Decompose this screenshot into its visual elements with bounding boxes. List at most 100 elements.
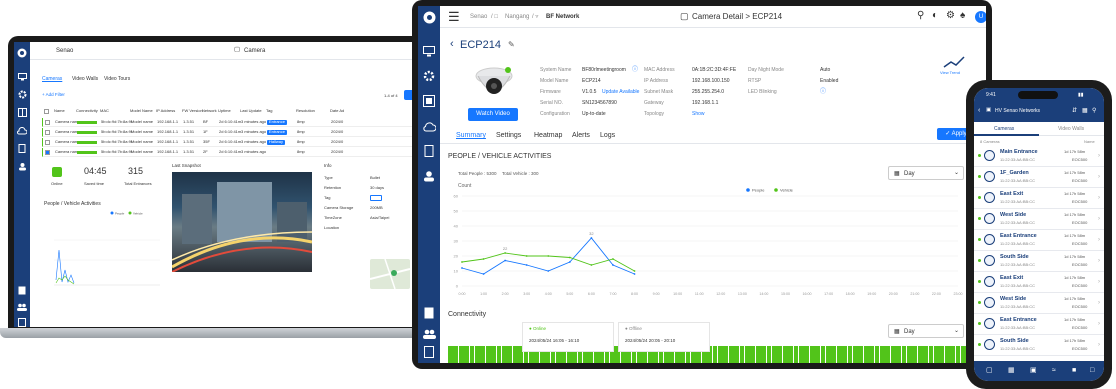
connectivity-segment[interactable] <box>934 346 939 363</box>
list-item[interactable]: South Side 11:22:33:AA:BB:CC 1d 17h 58m EOC… <box>974 251 1104 272</box>
row-checkbox[interactable] <box>45 140 50 145</box>
connectivity-segment[interactable] <box>880 346 885 363</box>
connectivity-segment[interactable] <box>858 346 864 363</box>
data-point[interactable] <box>590 264 593 266</box>
connectivity-segment[interactable] <box>512 346 518 363</box>
detail-value[interactable]: Show <box>692 112 705 117</box>
connectivity-segment[interactable] <box>761 346 766 363</box>
period-select[interactable]: ▦ Day ⌄ <box>888 166 964 180</box>
view-trend-button[interactable]: View Trend <box>940 54 970 78</box>
connectivity-segment[interactable] <box>869 346 874 363</box>
grid-icon[interactable] <box>418 94 440 108</box>
document-icon[interactable]: □ <box>1090 367 1094 374</box>
list-item[interactable]: East Entrance 11:22:33:AA:BB:CC 1d 17h 58m… <box>974 230 1104 251</box>
data-point[interactable] <box>504 252 507 254</box>
data-point[interactable] <box>504 259 507 262</box>
connectivity-segment[interactable] <box>464 346 469 363</box>
monitor-icon[interactable] <box>418 44 440 58</box>
data-point[interactable] <box>547 270 550 272</box>
connectivity-segment[interactable] <box>723 346 729 363</box>
data-point[interactable] <box>568 261 571 263</box>
tab-video-tours[interactable]: Video Tours <box>104 77 130 82</box>
connectivity-segment[interactable] <box>842 346 847 363</box>
info-icon[interactable]: ⓘ <box>632 67 638 73</box>
tab-logs[interactable]: Logs <box>600 132 615 139</box>
connectivity-segment[interactable] <box>750 346 756 363</box>
connectivity-segment[interactable] <box>826 346 831 363</box>
breadcrumb-network[interactable]: BF Network <box>546 14 579 20</box>
tab-cameras[interactable]: Cameras <box>994 127 1014 132</box>
column-header[interactable]: Last Update <box>240 109 262 113</box>
connectivity-segment[interactable] <box>491 346 496 363</box>
connectivity-segment[interactable] <box>766 346 772 363</box>
table-row[interactable]: Camera name 5b:dc:9d:7b:8a:9f Model name 19… <box>42 128 464 137</box>
cloud-icon[interactable] <box>14 122 30 136</box>
tab-heatmap[interactable]: Heatmap <box>534 132 562 139</box>
table-row[interactable]: Camera name 5b:dc:9d:7b:8a:9f Model name 19… <box>42 118 464 127</box>
avatar[interactable]: U <box>975 11 986 23</box>
sort-label[interactable]: Name <box>1084 140 1095 144</box>
connectivity-segment[interactable] <box>944 346 950 363</box>
list-item[interactable]: West Side 11:22:33:AA:BB:CC 1d 17h 58m EOC5… <box>974 293 1104 314</box>
list-item[interactable]: East Exit 11:22:33:AA:BB:CC 1d 17h 58m EOC5… <box>974 272 1104 293</box>
table-row[interactable]: Camera name 5b:dc:9d:7b:8a:9f Model name 19… <box>42 138 464 147</box>
connectivity-segment[interactable] <box>475 346 480 363</box>
connectivity-segment[interactable] <box>928 346 934 363</box>
dashboard-icon[interactable]: ▢ <box>986 367 993 374</box>
data-point[interactable] <box>461 267 463 269</box>
data-point[interactable] <box>461 261 463 263</box>
connectivity-segment[interactable] <box>782 346 788 363</box>
connectivity-segment[interactable] <box>793 346 799 363</box>
building-icon[interactable] <box>14 140 30 154</box>
back-icon[interactable]: ‹ <box>450 39 454 50</box>
connectivity-segment[interactable] <box>874 346 880 363</box>
column-header[interactable]: IP Address <box>156 109 175 113</box>
column-header[interactable]: Connectivity <box>76 109 98 113</box>
tab-video-walls[interactable]: Video Walls <box>72 77 98 82</box>
connectivity-segment[interactable] <box>485 346 491 363</box>
column-header[interactable]: Name <box>54 109 65 113</box>
connectivity-segment[interactable] <box>950 346 955 363</box>
team-icon[interactable] <box>14 298 30 312</box>
breadcrumb-nangang[interactable]: Nangang <box>505 14 529 20</box>
connectivity-segment[interactable] <box>917 346 923 363</box>
connectivity-segment[interactable] <box>502 346 507 363</box>
search-icon[interactable]: ⚲ <box>1092 108 1096 114</box>
edit-icon[interactable]: ✎ <box>508 41 515 49</box>
gear-icon[interactable] <box>14 86 30 100</box>
connectivity-segment[interactable] <box>728 346 734 363</box>
menu-icon[interactable]: ☰ <box>448 10 460 23</box>
grid-icon[interactable]: ▦ <box>1082 108 1088 114</box>
document-icon[interactable] <box>14 282 30 296</box>
search-icon[interactable]: ⚲ <box>917 11 924 21</box>
connectivity-segment[interactable] <box>799 346 804 363</box>
column-header[interactable]: FW Version <box>182 109 203 113</box>
row-checkbox[interactable] <box>45 120 50 125</box>
data-point[interactable] <box>482 258 485 260</box>
column-header[interactable]: Resolution <box>296 109 315 113</box>
list-item[interactable]: 1F_Garden 11:22:33:AA:BB:CC 1d 17h 58m EOC5… <box>974 167 1104 188</box>
connectivity-segment[interactable] <box>718 346 723 363</box>
connectivity-segment[interactable] <box>912 346 918 363</box>
connectivity-segment[interactable] <box>890 346 896 363</box>
column-header[interactable]: Network <box>202 109 217 113</box>
connectivity-segment[interactable] <box>777 346 783 363</box>
data-point[interactable] <box>633 270 636 272</box>
connectivity-segment[interactable] <box>745 346 750 363</box>
back-icon[interactable]: ‹ <box>978 107 980 114</box>
connectivity-segment[interactable] <box>469 346 475 363</box>
connectivity-segment[interactable] <box>896 346 901 363</box>
data-point[interactable] <box>482 273 485 275</box>
data-point[interactable] <box>568 256 571 259</box>
data-point[interactable] <box>547 255 550 257</box>
grid-icon[interactable]: ▦ <box>1008 367 1015 374</box>
list-item[interactable]: East Exit 11:22:33:AA:BB:CC 1d 17h 58m EOC5… <box>974 188 1104 209</box>
column-header[interactable]: Uptime <box>218 109 231 113</box>
info-icon[interactable]: ⓘ <box>820 89 826 95</box>
users-icon[interactable] <box>14 158 30 172</box>
connectivity-segment[interactable] <box>448 346 453 363</box>
data-point[interactable] <box>590 237 593 239</box>
camera-icon[interactable]: ■ <box>1072 367 1076 374</box>
data-point[interactable] <box>525 264 528 266</box>
tab-settings[interactable]: Settings <box>496 132 521 139</box>
